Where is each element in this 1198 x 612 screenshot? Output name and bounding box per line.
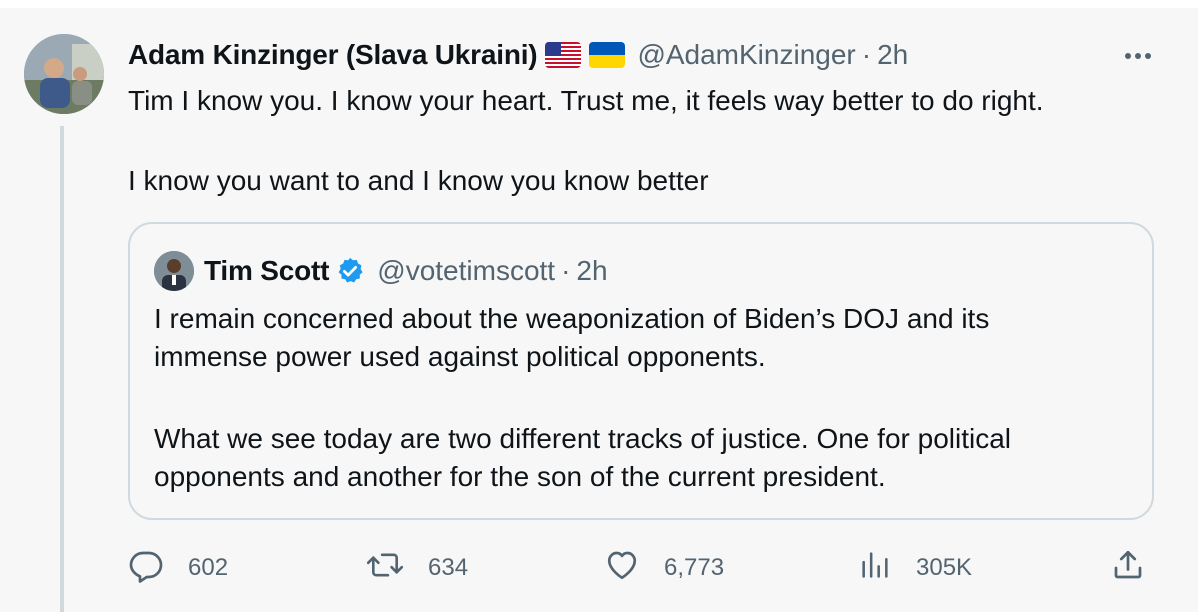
quoted-text-line: opponents and another for the son of the… xyxy=(154,461,886,492)
retweet-count: 634 xyxy=(428,554,469,581)
tweet-card[interactable]: Adam Kinzinger (Slava Ukraini) @AdamKinz… xyxy=(0,0,1198,612)
like-button[interactable]: 6,773 xyxy=(604,548,724,588)
like-count: 6,773 xyxy=(664,554,725,581)
quoted-tweet-text: I remain concerned about the weaponizati… xyxy=(154,300,1134,496)
quoted-tweet-header: Tim Scott @votetimscott · 2h xyxy=(154,251,608,291)
retweet-icon xyxy=(366,547,404,590)
more-options-icon[interactable] xyxy=(1118,40,1158,72)
reply-icon xyxy=(128,547,164,590)
tweet-timestamp[interactable]: 2h xyxy=(877,39,908,71)
quoted-author-handle: @votetimscott xyxy=(377,255,556,286)
tweet-text-line: Tim I know you. I know your heart. Trust… xyxy=(128,85,1044,116)
heart-icon xyxy=(604,547,640,590)
author-handle[interactable]: @AdamKinzinger xyxy=(637,39,855,71)
thread-connector-line xyxy=(60,126,64,612)
quoted-tweet-card[interactable]: Tim Scott @votetimscott · 2h I remain co… xyxy=(128,222,1154,520)
us-flag-icon xyxy=(545,42,582,68)
share-icon xyxy=(1110,547,1146,590)
tweet-text: Tim I know you. I know your heart. Trust… xyxy=(128,82,1168,200)
analytics-icon xyxy=(858,547,892,590)
top-divider xyxy=(0,0,1198,8)
reply-button[interactable]: 602 xyxy=(128,548,228,588)
tweet-text-line: I know you want to and I know you know b… xyxy=(128,165,709,196)
retweet-button[interactable]: 634 xyxy=(366,548,468,588)
tweet-header: Adam Kinzinger (Slava Ukraini) @AdamKinz… xyxy=(128,36,908,74)
verified-badge-icon xyxy=(335,256,365,286)
author-name[interactable]: Adam Kinzinger (Slava Ukraini) xyxy=(128,39,538,71)
share-button[interactable] xyxy=(1110,548,1146,588)
author-avatar[interactable] xyxy=(24,34,104,114)
views-count: 305K xyxy=(916,554,973,581)
quoted-text-line: I remain concerned about the weaponizati… xyxy=(154,303,990,334)
quoted-header-separator: · xyxy=(561,255,571,286)
quoted-author-avatar xyxy=(154,251,194,291)
ukraine-flag-icon xyxy=(589,42,626,68)
tweet-actions-bar: 602 634 6,773 305K xyxy=(128,548,1158,588)
quoted-tweet-timestamp: 2h xyxy=(576,255,608,286)
reply-count: 602 xyxy=(188,554,229,581)
views-button[interactable]: 305K xyxy=(858,548,972,588)
quoted-author-name: Tim Scott xyxy=(204,255,330,286)
quoted-text-line: What we see today are two different trac… xyxy=(154,423,1011,454)
quoted-text-line: immense power used against political opp… xyxy=(154,341,766,372)
header-separator: · xyxy=(861,39,872,70)
